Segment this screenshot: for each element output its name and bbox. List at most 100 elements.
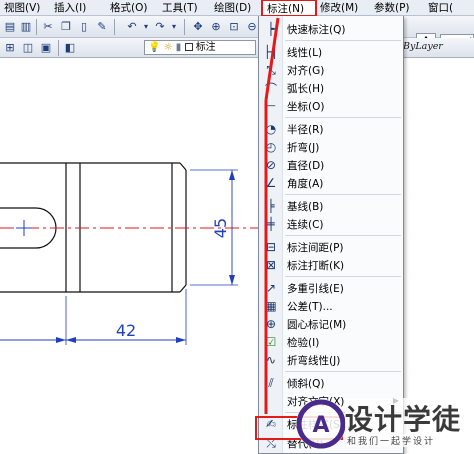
menu-item-label: 直径(D) <box>287 159 325 172</box>
pan-icon[interactable]: ✥ <box>190 19 206 35</box>
jogged-linear-icon: ∿ <box>265 353 277 367</box>
dimension-arrow <box>229 170 235 180</box>
menu-item-label: 对齐(G) <box>287 64 325 77</box>
menu-parameters[interactable]: 参数(P) <box>370 0 424 16</box>
menu-tools[interactable]: 工具(T) <box>158 0 210 16</box>
watermark-subtitle: 和我们一起学设计 <box>347 434 436 447</box>
menu-divider <box>285 117 401 118</box>
menu-item-inspection[interactable]: ☑ 检验(I) <box>259 333 405 351</box>
multileader-icon: ↗ <box>265 281 277 295</box>
redo-dropdown-icon[interactable]: ▾ <box>166 19 182 35</box>
radius-icon: ◔ <box>265 122 277 136</box>
toolbar-separator <box>58 40 59 56</box>
menu-item-label: 标注间距(P) <box>287 241 344 254</box>
menu-item-label: 检验(I) <box>287 336 320 349</box>
menu-item-angular[interactable]: ∠ 角度(A) <box>259 174 405 192</box>
angular-icon: ∠ <box>265 176 277 190</box>
dimension-menu: ┝ 快速标注(Q) ├┤ 线性(L) ⤡ 对齐(G) ⌒ 弧长(H) ⊢ 坐标(… <box>258 16 404 454</box>
logo-mark-icon: A <box>296 399 346 449</box>
cut-icon[interactable]: ✂ <box>40 19 56 35</box>
chamfer-line <box>179 284 187 293</box>
menu-item-jogged[interactable]: ◴ 折弯(J) <box>259 138 405 156</box>
menu-item-label: 公差(T)... <box>287 300 333 313</box>
diameter-icon: ⊘ <box>265 158 277 172</box>
menu-item-jogged-linear[interactable]: ∿ 折弯线性(J) <box>259 351 405 369</box>
menu-item-label: 坐标(O) <box>287 100 325 113</box>
arc-length-icon: ⌒ <box>264 81 277 96</box>
center-mark-icon: ⊕ <box>265 317 277 331</box>
zoom-window-icon[interactable]: ⊡ <box>226 19 242 35</box>
menu-insert[interactable]: 插入(I) <box>50 0 106 16</box>
menu-item-label: 弧长(H) <box>287 82 325 95</box>
menu-item-label: 快速标注(Q) <box>287 23 346 36</box>
watermark-logo: A 设计学徒 和我们一起学设计 <box>293 394 474 454</box>
bulb-icon: 💡 <box>148 42 161 53</box>
menu-item-continue[interactable]: ╪ 连续(C) <box>259 215 405 233</box>
menu-item-radius[interactable]: ◔ 半径(R) <box>259 120 405 138</box>
menu-divider <box>285 276 401 277</box>
tolerance-icon: ▦ <box>265 299 277 313</box>
layer-manager-icon[interactable]: ⊞ <box>2 40 18 56</box>
toolbar-separator <box>114 19 115 35</box>
menu-dimension[interactable]: 标注(N) <box>261 0 317 17</box>
menu-item-label: 半径(R) <box>287 123 324 136</box>
menu-item-diameter[interactable]: ⊘ 直径(D) <box>259 156 405 174</box>
layer-previous-icon[interactable]: ▣ <box>38 40 54 56</box>
menu-item-center-mark[interactable]: ⊕ 圆心标记(M) <box>259 315 405 333</box>
layer-color-swatch <box>184 43 193 51</box>
menu-item-tolerance[interactable]: ▦ 公差(T)... <box>259 297 405 315</box>
menu-item-multileader[interactable]: ↗ 多重引线(E) <box>259 279 405 297</box>
dimension-arrow <box>229 275 235 285</box>
dim-space-icon: ⊟ <box>265 240 277 254</box>
copy-icon[interactable]: ❐ <box>58 19 74 35</box>
linear-dimension-icon: ├┤ <box>263 45 279 59</box>
menu-item-baseline[interactable]: ╞ 基线(B) <box>259 197 405 215</box>
menu-item-label: 基线(B) <box>287 200 324 213</box>
menu-divider <box>285 40 401 41</box>
menu-item-label: 角度(A) <box>287 177 324 190</box>
menu-item-quick-dimension[interactable]: ┝ 快速标注(Q) <box>259 20 405 38</box>
inspection-icon: ☑ <box>265 335 277 349</box>
dimension-arrow <box>66 337 76 343</box>
dimension-arrow <box>56 337 66 343</box>
menu-item-oblique[interactable]: ⫽ 倾斜(Q) <box>259 374 405 392</box>
dimension-text-45: 45 <box>211 218 230 238</box>
lock-icon: ▮ <box>175 42 182 53</box>
linetype-select[interactable]: ByLayer <box>403 41 443 52</box>
menu-item-arc-length[interactable]: ⌒ 弧长(H) <box>259 79 405 97</box>
menu-format[interactable]: 格式(O) <box>106 0 158 16</box>
menu-divider <box>285 371 401 372</box>
menu-item-ordinate[interactable]: ⊢ 坐标(O) <box>259 97 405 115</box>
aligned-dimension-icon: ⤡ <box>266 62 276 77</box>
menu-modify[interactable]: 修改(M) <box>316 0 370 16</box>
menu-item-dim-space[interactable]: ⊟ 标注间距(P) <box>259 238 405 256</box>
preview-icon[interactable]: ▥ <box>18 19 34 35</box>
layer-match-icon[interactable]: ◧ <box>62 40 78 56</box>
paste-icon[interactable]: ▯ <box>76 19 92 35</box>
menu-item-label: 倾斜(Q) <box>287 377 325 390</box>
layer-select[interactable]: 💡 ☼ ▮ 标注 <box>144 40 256 55</box>
menu-item-label: 标注打断(K) <box>287 259 345 272</box>
oblique-icon: ⫽ <box>268 375 274 390</box>
menu-draw[interactable]: 绘图(D) <box>210 0 262 16</box>
print-icon[interactable]: ▤ <box>2 19 18 35</box>
menu-item-aligned[interactable]: ⤡ 对齐(G) <box>259 61 405 79</box>
match-properties-icon[interactable]: ✎ <box>94 19 110 35</box>
menu-window[interactable]: 窗口( <box>424 0 474 16</box>
menu-item-linear[interactable]: ├┤ 线性(L) <box>259 43 405 61</box>
zoom-realtime-icon[interactable]: ⊕ <box>208 19 224 35</box>
menu-item-label: 折弯线性(J) <box>287 354 341 367</box>
drawing-canvas[interactable]: 45 42 <box>0 59 258 454</box>
ordinate-icon: ⊢ <box>265 99 277 113</box>
chamfer-line <box>179 162 187 171</box>
toolbar-separator <box>36 19 37 35</box>
watermark-title: 设计学徒 <box>345 398 462 438</box>
baseline-icon: ╞ <box>267 199 275 213</box>
menu-item-label: 折弯(J) <box>287 141 320 154</box>
menu-view[interactable]: 视图(V) <box>0 0 50 16</box>
layer-state-icon[interactable]: ◫ <box>20 40 36 56</box>
menu-item-label: 圆心标记(M) <box>287 318 347 331</box>
menu-item-label: 多重引线(E) <box>287 282 344 295</box>
continue-icon: ╪ <box>267 217 275 231</box>
menu-item-dim-break[interactable]: ⊠ 标注打断(K) <box>259 256 405 274</box>
